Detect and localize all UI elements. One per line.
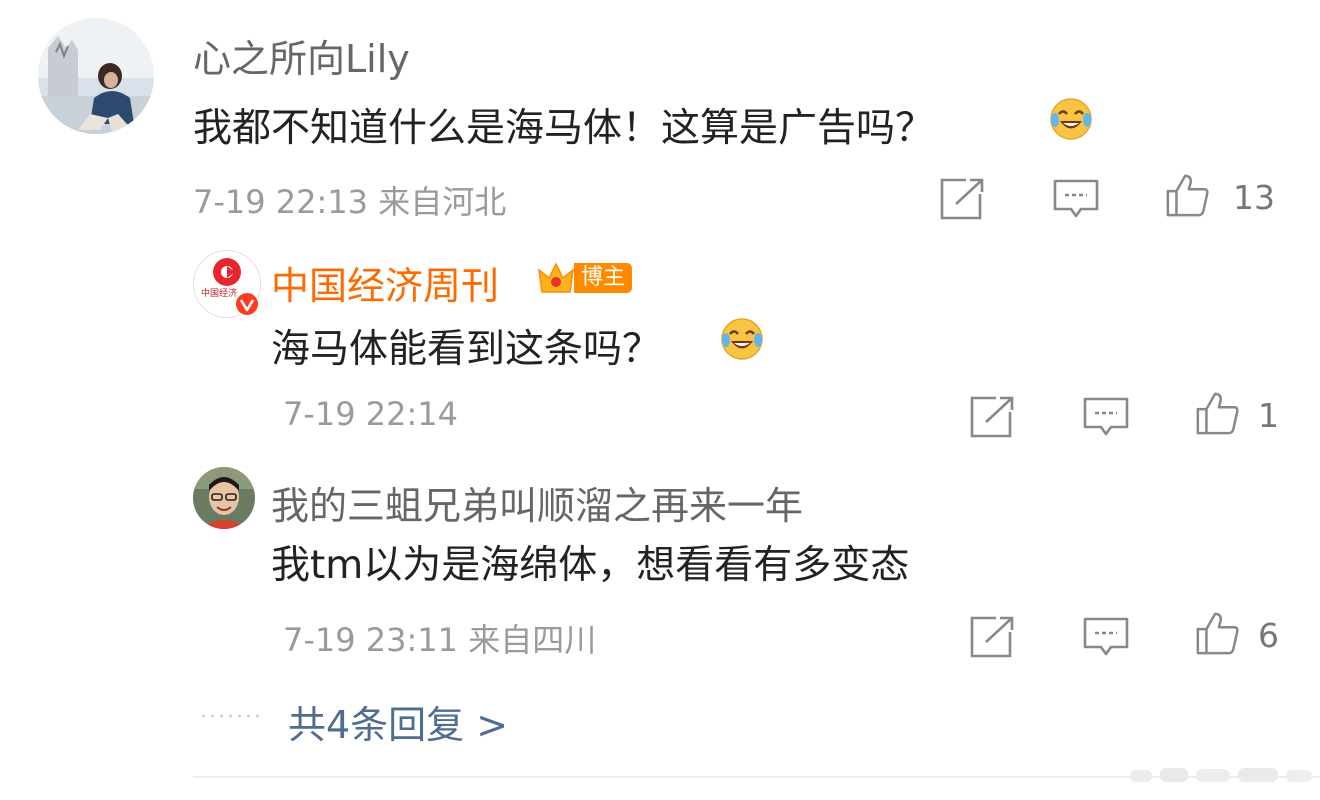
- blogger-badge: 博主: [574, 263, 632, 293]
- like-icon[interactable]: [1193, 390, 1241, 436]
- comment-icon[interactable]: [1082, 614, 1130, 660]
- ellipsis-dots: [199, 714, 259, 718]
- like-icon[interactable]: [1163, 172, 1211, 218]
- reply-username[interactable]: 我的三蛆兄弟叫顺溜之再来一年: [271, 475, 803, 530]
- comment-icon[interactable]: [1052, 176, 1100, 222]
- avatar[interactable]: [193, 467, 255, 529]
- watermark-blur: [1130, 768, 1312, 782]
- comment-username[interactable]: 心之所向Lily: [193, 28, 410, 83]
- comment-meta: 7-19 22:13 来自河北: [193, 183, 507, 221]
- avatar[interactable]: 中国经济: [193, 250, 261, 318]
- reply-username[interactable]: 中国经济周刊: [271, 255, 499, 310]
- avatar-logo-text: 中国经济: [201, 287, 237, 299]
- reply-text: 海马体能看到这条吗？: [271, 327, 662, 372]
- avatar[interactable]: [38, 18, 154, 134]
- share-icon[interactable]: [938, 176, 986, 222]
- laughing-crying-emoji-icon: [1050, 98, 1092, 140]
- share-icon[interactable]: [968, 394, 1016, 440]
- reply-text: 我tm以为是海绵体，想看看有多变态: [271, 543, 910, 588]
- more-replies-link[interactable]: 共4条回复 >: [288, 694, 508, 749]
- laughing-crying-emoji-icon: [721, 318, 763, 360]
- verified-badge-icon: [234, 291, 260, 317]
- comment-text: 我都不知道什么是海马体！这算是广告吗？: [193, 106, 935, 151]
- reply-meta: 7-19 22:14: [283, 395, 459, 433]
- comment-icon[interactable]: [1082, 394, 1130, 440]
- share-icon[interactable]: [968, 614, 1016, 660]
- like-count: 1: [1258, 396, 1279, 435]
- reply-meta: 7-19 23:11 来自四川: [283, 621, 597, 659]
- like-count: 13: [1233, 178, 1275, 217]
- like-count: 6: [1258, 616, 1279, 655]
- like-icon[interactable]: [1193, 610, 1241, 656]
